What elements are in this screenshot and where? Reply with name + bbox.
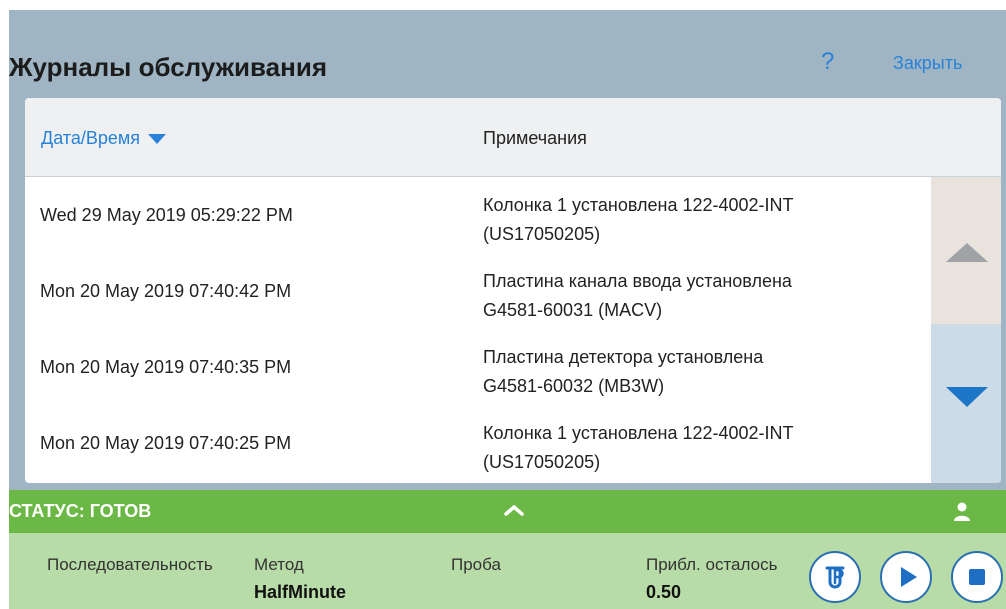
remaining-label: Прибл. осталось <box>646 555 778 574</box>
arrow-down-icon <box>946 387 988 407</box>
row-note: Пластина канала ввода установлена G4581-6… <box>483 267 923 325</box>
row-date: Mon 20 May 2019 07:40:35 PM <box>40 357 292 377</box>
row-note-line2: G4581-60031 (MACV) <box>483 300 663 320</box>
row-date: Mon 20 May 2019 07:40:25 PM <box>40 433 292 453</box>
page-title: Журналы обслуживания <box>9 52 327 82</box>
stop-icon <box>969 569 985 585</box>
row-note-line2: G4581-60032 (MB3W) <box>483 376 665 396</box>
scroll-up-button[interactable] <box>931 177 1001 324</box>
chevron-up-icon[interactable] <box>503 503 525 517</box>
status-text: СТАТУС: ГОТОВ <box>9 501 152 521</box>
row-note: Колонка 1 установлена 122-4002-INT (US170… <box>483 191 923 249</box>
row-note: Пластина детектора установлена G4581-6003… <box>483 343 923 401</box>
start-run-button[interactable] <box>880 551 932 603</box>
arrow-up-icon <box>946 243 988 262</box>
remaining-value: 0.50 <box>646 582 682 602</box>
method-value: HalfMinute <box>254 582 346 602</box>
row-date: Wed 29 May 2019 05:29:22 PM <box>40 205 293 225</box>
help-button[interactable]: ? <box>821 48 834 76</box>
column-header-date-label: Дата/Время <box>41 128 141 148</box>
run-info-bar: Последовательность Метод HalfMinute Проб… <box>9 533 1006 609</box>
table-row[interactable]: Mon 20 May 2019 07:40:35 PM Пластина дет… <box>25 329 930 405</box>
table-row[interactable]: Mon 20 May 2019 07:40:42 PM Пластина кан… <box>25 253 930 329</box>
row-note-line1: Колонка 1 установлена 122-4002-INT <box>483 195 794 215</box>
user-icon[interactable] <box>953 501 971 521</box>
column-header-date[interactable]: Дата/Время <box>41 128 167 149</box>
table-row[interactable]: Wed 29 May 2019 05:29:22 PM Колонка 1 ус… <box>25 177 930 253</box>
column-header-notes: Примечания <box>483 128 587 148</box>
status-bar: СТАТУС: ГОТОВ <box>9 490 1006 533</box>
row-note-line1: Пластина канала ввода установлена <box>483 271 792 291</box>
sequence-label: Последовательность <box>47 555 213 574</box>
sort-desc-icon <box>148 134 167 145</box>
table-header: Дата/Время Примечания <box>25 98 1001 177</box>
row-note-line2: (US17050205) <box>483 452 601 472</box>
table-row[interactable]: Mon 20 May 2019 07:40:25 PM Колонка 1 ус… <box>25 405 930 481</box>
row-note-line1: Пластина детектора установлена <box>483 347 764 367</box>
play-icon <box>901 567 917 587</box>
maintenance-logs-screen: Журналы обслуживания ? Закрыть Дата/Врем… <box>0 0 1006 609</box>
stop-run-button[interactable] <box>951 551 1003 603</box>
vial-icon <box>825 566 845 589</box>
dialog-panel: Журналы обслуживания ? Закрыть Дата/Врем… <box>9 10 1006 490</box>
scroll-down-button[interactable] <box>931 324 1001 483</box>
sample-label: Проба <box>451 555 501 574</box>
vial-button[interactable] <box>809 551 861 603</box>
row-date: Mon 20 May 2019 07:40:42 PM <box>40 281 292 301</box>
method-label: Метод <box>254 555 304 574</box>
table-body: Wed 29 May 2019 05:29:22 PM Колонка 1 ус… <box>25 177 930 483</box>
log-table: Дата/Время Примечания Wed 29 May 2019 05… <box>25 98 1001 483</box>
close-button[interactable]: Закрыть <box>893 53 962 74</box>
row-note-line2: (US17050205) <box>483 224 601 244</box>
row-note: Колонка 1 установлена 122-4002-INT (US170… <box>483 419 923 477</box>
row-note-line1: Колонка 1 установлена 122-4002-INT <box>483 423 794 443</box>
